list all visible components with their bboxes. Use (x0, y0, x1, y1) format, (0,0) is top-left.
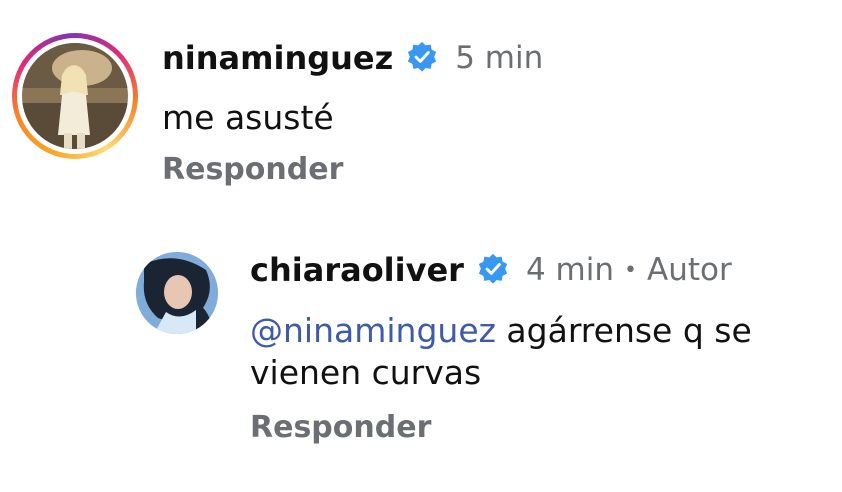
comment-timestamp: 4 min (525, 252, 614, 288)
verified-badge-icon (476, 253, 510, 287)
verified-badge-icon (405, 41, 439, 75)
avatar[interactable] (136, 252, 218, 334)
author-badge: Autor (646, 252, 732, 288)
mention-link[interactable]: @ninaminguez (250, 311, 496, 350)
comment-timestamp: 5 min (455, 40, 544, 76)
comment-text: @ninaminguez agárrense q se vienen curva… (250, 310, 810, 394)
avatar-photo-ninaminguez (22, 43, 128, 149)
separator-dot: • (624, 257, 637, 283)
avatar-photo-chiaraoliver (136, 252, 218, 334)
comment-text: me asusté (162, 98, 334, 137)
reply-button[interactable]: Responder (162, 152, 343, 187)
comment-username[interactable]: ninaminguez (162, 39, 393, 77)
comment-username[interactable]: chiaraoliver (250, 251, 464, 289)
comment-chiaraoliver: chiaraoliver 4 min • Autor @ninaminguez … (0, 230, 842, 470)
comment-ninaminguez: ninaminguez 5 min me asusté Responder (0, 0, 842, 200)
avatar[interactable] (22, 43, 128, 149)
reply-button[interactable]: Responder (250, 410, 431, 445)
